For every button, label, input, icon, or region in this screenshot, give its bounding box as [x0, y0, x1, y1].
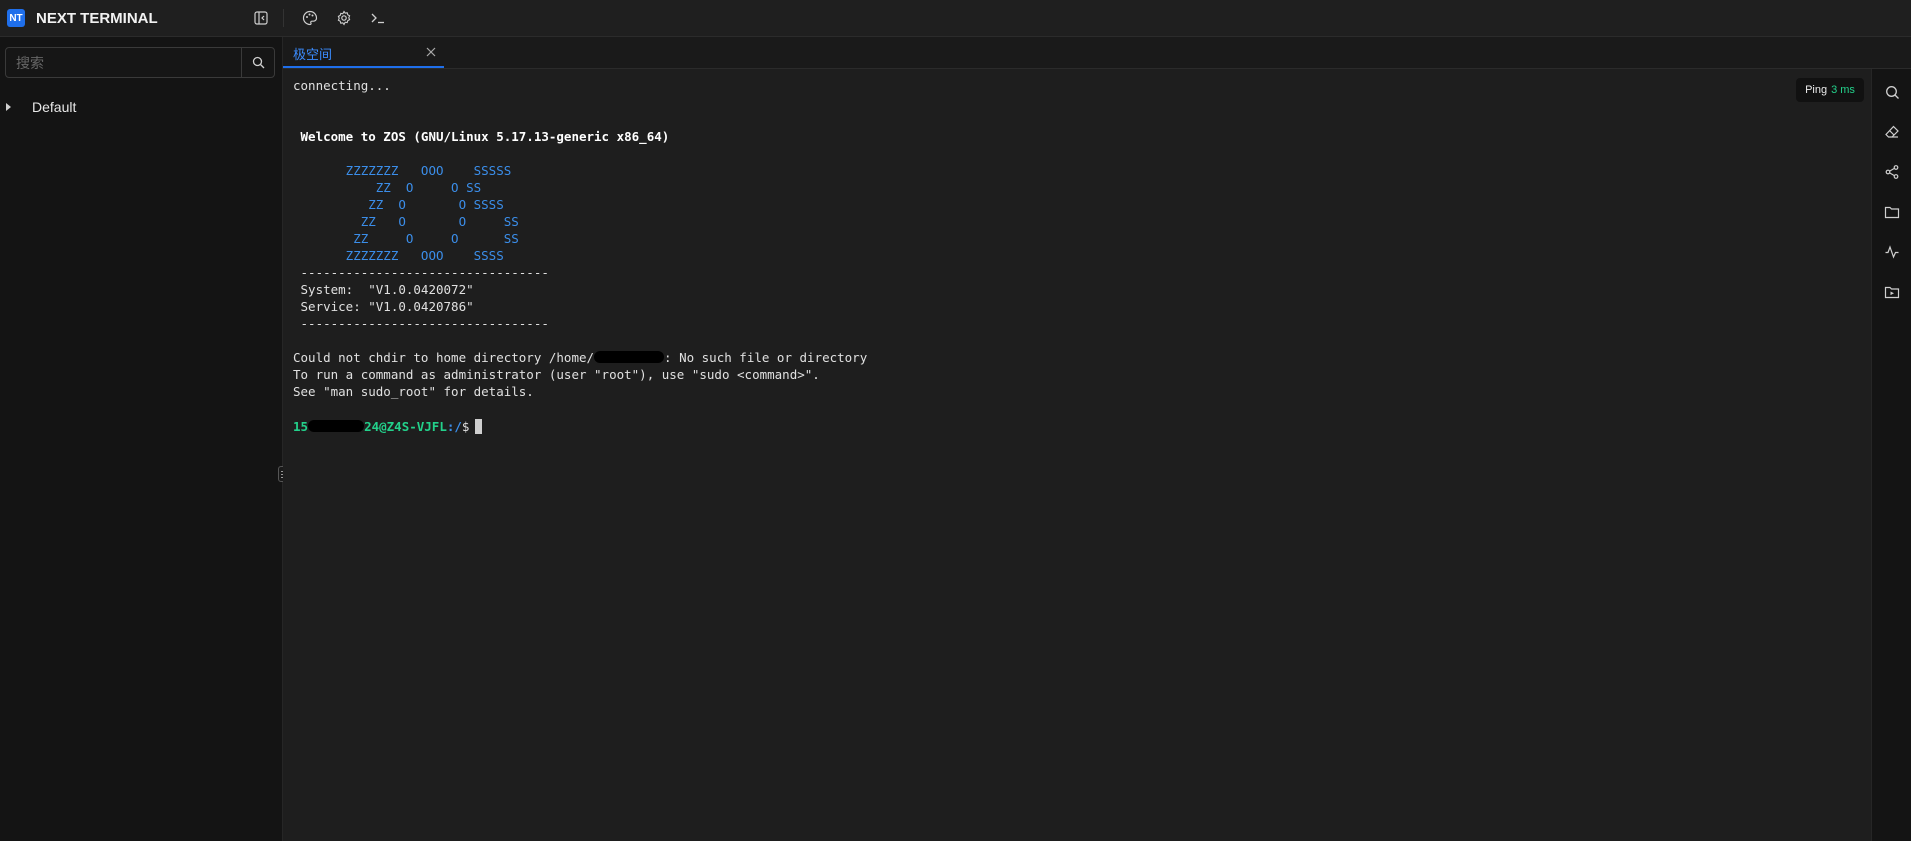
prompt-path: :/ — [446, 419, 462, 434]
search-box — [5, 47, 275, 78]
tab-session[interactable]: 极空间 — [283, 37, 444, 68]
shell-prompt: 15 24@Z4S-VJFL:/$ — [293, 418, 483, 435]
redaction — [594, 351, 665, 363]
caret-right-icon[interactable] — [6, 103, 11, 111]
close-icon[interactable] — [424, 45, 438, 59]
sidebar: Default — [0, 37, 283, 841]
terminal-output: connecting... Welcome to ZOS (GNU/Linux … — [293, 77, 867, 400]
terminal-prompt-icon[interactable] — [368, 9, 388, 27]
prompt-user-host: 24@Z4S-VJFL — [364, 419, 447, 434]
redaction — [308, 420, 365, 432]
right-toolbar — [1871, 69, 1911, 841]
prompt-symbol: $ — [461, 419, 470, 434]
search-input[interactable] — [6, 48, 244, 77]
eraser-icon[interactable] — [1882, 122, 1902, 142]
tree-item-label: Default — [32, 99, 77, 115]
palette-icon[interactable] — [300, 9, 320, 27]
line-system-version: System: "V1.0.0420072" — [293, 282, 474, 297]
terminal-cursor — [475, 419, 483, 434]
tab-label: 极空间 — [293, 47, 333, 62]
line-admin-hint: To run a command as administrator (user … — [293, 367, 820, 382]
ping-badge: Ping 3 ms — [1796, 78, 1864, 102]
gear-icon[interactable] — [334, 9, 354, 27]
ping-label: Ping — [1805, 84, 1828, 96]
top-bar: NT NEXT TERMINAL — [0, 0, 1911, 37]
brand: NT NEXT TERMINAL — [0, 9, 244, 27]
ascii-art: ZZZZZZZ OOO SSSSS ZZ O O SS ZZ O O SSSS … — [345, 163, 519, 263]
toolbar-icons — [300, 9, 388, 27]
app-logo: NT — [7, 9, 25, 27]
share-icon[interactable] — [1882, 162, 1902, 182]
line-man-hint: See "man sudo_root" for details. — [293, 384, 534, 399]
prompt-user-prefix: 15 — [293, 419, 309, 434]
line-separator: --------------------------------- — [293, 316, 549, 331]
line-service-version: Service: "V1.0.0420786" — [293, 299, 474, 314]
line-connecting: connecting... — [293, 78, 391, 93]
line-chdir-suffix: : No such file or directory — [664, 350, 868, 365]
collapse-sidebar-icon[interactable] — [252, 9, 270, 27]
activity-icon[interactable] — [1882, 242, 1902, 262]
tree-item-default[interactable]: Default — [0, 95, 280, 119]
search-button[interactable] — [241, 48, 274, 77]
line-chdir-prefix: Could not chdir to home directory /home/ — [293, 350, 595, 365]
line-separator: --------------------------------- — [293, 265, 549, 280]
folder-video-icon[interactable] — [1882, 282, 1902, 302]
search-icon — [252, 56, 264, 69]
app-name: NEXT TERMINAL — [36, 9, 158, 27]
toolbar-divider — [283, 9, 284, 27]
ping-value: 3 ms — [1831, 84, 1855, 96]
folder-icon[interactable] — [1882, 202, 1902, 222]
tab-bar: 极空间 — [283, 37, 1911, 69]
line-welcome: Welcome to ZOS (GNU/Linux 5.17.13-generi… — [293, 129, 670, 144]
search-icon[interactable] — [1882, 82, 1902, 102]
terminal-pane[interactable]: connecting... Welcome to ZOS (GNU/Linux … — [283, 69, 1871, 841]
